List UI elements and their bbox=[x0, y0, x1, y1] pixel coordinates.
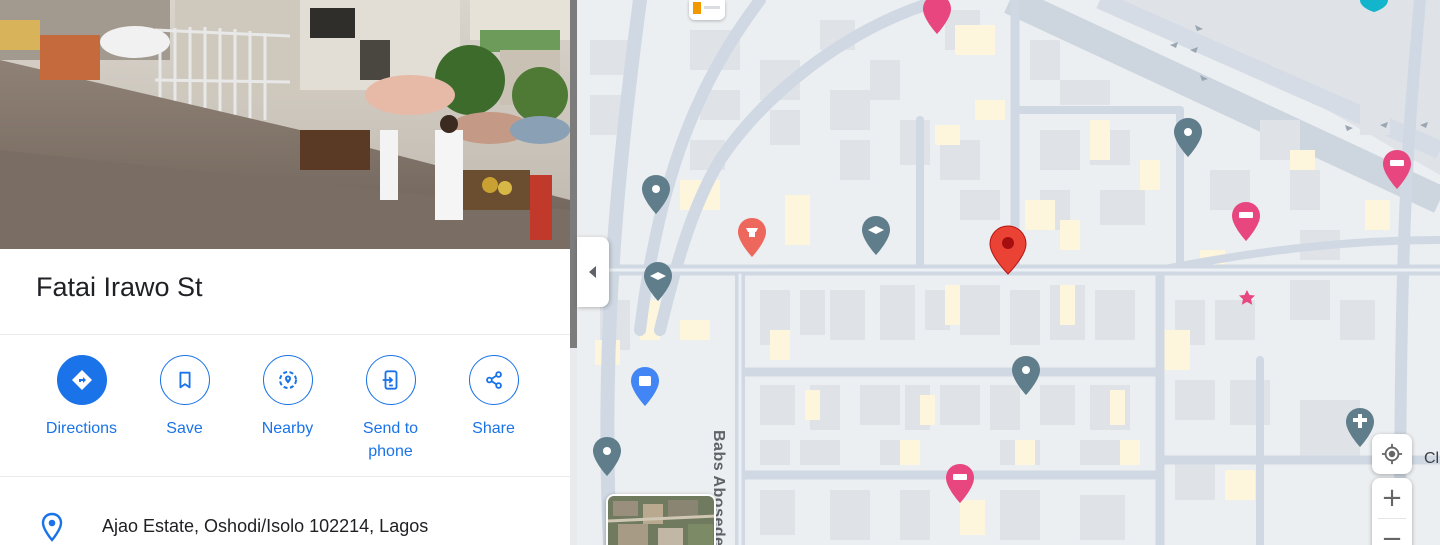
nearby-label: Nearby bbox=[261, 420, 314, 437]
send-to-phone-button[interactable]: Send to phone bbox=[339, 355, 442, 463]
my-location-button[interactable] bbox=[1372, 434, 1412, 474]
action-bar: Directions Save Nearby Send to phone Sha… bbox=[30, 355, 545, 463]
chevron-left-icon bbox=[589, 266, 596, 278]
map-canvas[interactable]: Babs Abosede Cl bbox=[577, 0, 1440, 545]
send-to-phone-label: Send to phone bbox=[362, 420, 419, 460]
my-location-icon bbox=[1381, 443, 1403, 465]
divider bbox=[0, 334, 570, 335]
directions-label: Directions bbox=[45, 420, 118, 437]
map-tiles bbox=[577, 0, 1440, 545]
save-button[interactable]: Save bbox=[133, 355, 236, 463]
send-to-phone-icon bbox=[365, 355, 416, 405]
collapse-panel-button[interactable] bbox=[577, 237, 609, 307]
zoom-out-button[interactable]: − bbox=[1372, 519, 1412, 545]
zoom-in-button[interactable]: + bbox=[1372, 478, 1412, 518]
nearby-button[interactable]: Nearby bbox=[236, 355, 339, 463]
bookmark-icon bbox=[159, 355, 210, 405]
location-pin-icon bbox=[40, 512, 64, 545]
panel-scrollbar[interactable] bbox=[570, 0, 577, 348]
save-label: Save bbox=[166, 420, 203, 437]
share-label: Share bbox=[472, 420, 515, 437]
divider bbox=[0, 476, 570, 477]
satellite-layer-icon bbox=[608, 496, 714, 545]
place-title: Fatai Irawo St bbox=[36, 272, 203, 302]
share-button[interactable]: Share bbox=[442, 355, 545, 463]
top-thumbnail[interactable] bbox=[689, 0, 725, 20]
place-panel: Fatai Irawo St Directions Save Nearby Se… bbox=[0, 0, 570, 545]
place-photo[interactable] bbox=[0, 0, 570, 249]
layers-button[interactable] bbox=[606, 494, 716, 545]
share-icon bbox=[468, 355, 519, 405]
map-edge-label: Cl bbox=[1424, 450, 1440, 467]
maps-app: Fatai Irawo St Directions Save Nearby Se… bbox=[0, 0, 1440, 545]
nearby-icon bbox=[262, 355, 313, 405]
street-photo-image bbox=[0, 0, 570, 249]
directions-icon bbox=[56, 355, 107, 405]
directions-button[interactable]: Directions bbox=[30, 355, 133, 463]
zoom-control: + − bbox=[1372, 478, 1412, 545]
address-row[interactable]: Ajao Estate, Oshodi/Isolo 102214, Lagos bbox=[40, 512, 428, 545]
address-text: Ajao Estate, Oshodi/Isolo 102214, Lagos bbox=[102, 516, 429, 536]
